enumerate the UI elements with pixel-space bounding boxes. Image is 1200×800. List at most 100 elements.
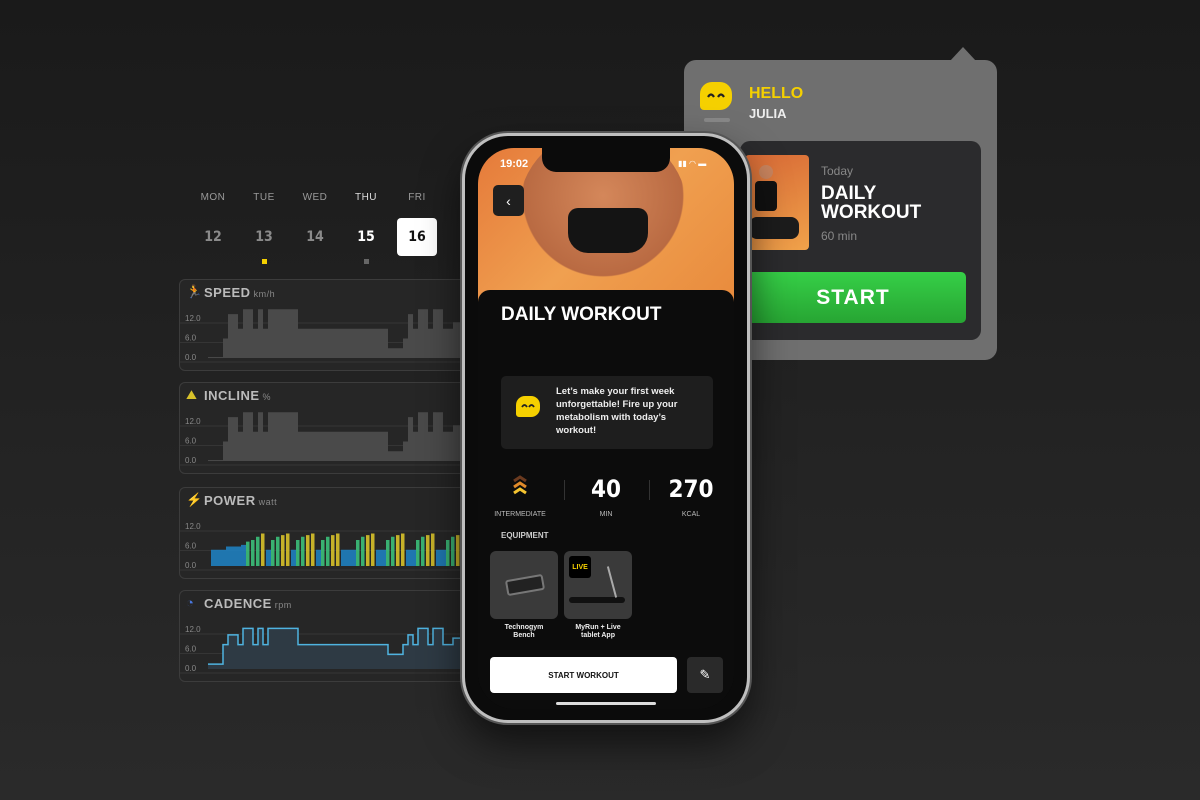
- chart-bar: [446, 540, 450, 566]
- tick-label: 0.0: [185, 353, 197, 362]
- chart-bar: [303, 328, 308, 358]
- chart-bar: [276, 536, 280, 566]
- workout-card[interactable]: Today DAILY WORKOUT 60 min START: [740, 141, 981, 340]
- chart-bar: [221, 549, 226, 566]
- chart-bar: [283, 309, 288, 358]
- start-workout-button[interactable]: START WORKOUT: [490, 657, 677, 693]
- tick-label: 12.0: [185, 522, 201, 531]
- chart-bar: [373, 431, 378, 461]
- chart-bar: [213, 460, 218, 462]
- chart-bar: [426, 535, 430, 566]
- chart-bar: [236, 546, 241, 566]
- chart-bar: [266, 549, 271, 566]
- metric-panel-cadence: ◔ CADENCE rpm 12.0 6.0 0.0: [179, 590, 479, 682]
- chart-bar: [303, 431, 308, 461]
- chart-bar: [333, 431, 338, 461]
- chart-bar: [331, 535, 335, 566]
- coach-message-text: Let’s make your first week unforgettable…: [556, 386, 678, 436]
- chart-bar: [353, 328, 358, 358]
- equipment-bench[interactable]: [490, 551, 558, 619]
- activity-dot: [313, 259, 318, 264]
- calendar-day-fri[interactable]: FRI 16: [397, 192, 437, 264]
- chart-bar: [233, 417, 238, 461]
- chart-bar: [448, 328, 453, 358]
- chart-bar: [263, 328, 268, 358]
- chart-bar: [253, 328, 258, 358]
- chart-bar: [288, 309, 293, 358]
- chart-bar: [448, 431, 453, 461]
- calendar-day-wed[interactable]: WED 14: [295, 192, 335, 264]
- chart-bar: [418, 412, 423, 461]
- chart-bar: [378, 431, 383, 461]
- tick-label: 12.0: [185, 314, 201, 323]
- equipment-treadmill[interactable]: LIVE: [564, 551, 632, 619]
- chart-bar: [368, 328, 373, 358]
- chart-bar: [413, 431, 418, 461]
- chart-bar: [436, 549, 441, 566]
- chart-bar: [376, 549, 381, 566]
- activity-dot: [261, 259, 267, 264]
- chart-bar: [313, 328, 318, 358]
- user-name: JULIA: [749, 106, 787, 121]
- edit-button[interactable]: ✎: [687, 657, 723, 693]
- chart-bar: [238, 328, 243, 358]
- chart-bar: [383, 328, 388, 358]
- phone-mockup: 19:02 ▮▮ ◠ ▬ ‹ DAILY WORKOUT Let’s make …: [462, 133, 750, 723]
- chart-bar: [403, 338, 408, 358]
- notch: [542, 148, 670, 172]
- chart-bar: [261, 533, 265, 566]
- chart-bar: [378, 328, 383, 358]
- chart-bar: [241, 544, 246, 566]
- chart-bar: [431, 533, 435, 566]
- activity-dot: [363, 259, 369, 264]
- chart-bar: [311, 533, 315, 566]
- metric-panel-power: ⚡ POWER watt 12.0 6.0 0.0: [179, 487, 479, 579]
- activity-dot: [415, 259, 420, 264]
- workout-thumbnail: [745, 155, 809, 250]
- chart-bar: [356, 540, 360, 566]
- chart-bar: [438, 309, 443, 358]
- chart-bar: [243, 309, 248, 358]
- metric-chart: 12.0 6.0 0.0: [180, 522, 478, 571]
- page-title: DAILY WORKOUT: [501, 304, 662, 325]
- chart-bar: [258, 412, 263, 461]
- chart-bar: [408, 417, 413, 461]
- equipment-label: EQUIPMENT: [501, 531, 549, 540]
- metric-chart: 12.0 6.0 0.0: [180, 309, 478, 363]
- chart-bar: [278, 309, 283, 358]
- metric-panel-incline: ⛰ INCLINE% 12.0 6.0 0.0: [179, 382, 479, 474]
- tick-label: 0.0: [185, 664, 197, 673]
- chart-bar: [283, 412, 288, 461]
- chart-bar: [333, 328, 338, 358]
- chart-bar: [336, 533, 340, 566]
- chart-bar: [316, 549, 321, 566]
- chart-bar: [288, 412, 293, 461]
- chart-bar: [223, 441, 228, 461]
- calendar-day-mon[interactable]: MON 12: [193, 192, 233, 264]
- chart-bar: [268, 412, 273, 461]
- workout-when: Today: [821, 164, 854, 178]
- calendar-day-thu[interactable]: THU 15: [346, 192, 386, 264]
- chart-bar: [298, 328, 303, 358]
- workout-title-2: WORKOUT: [821, 202, 922, 223]
- phone-screen: 19:02 ▮▮ ◠ ▬ ‹ DAILY WORKOUT Let’s make …: [478, 148, 734, 709]
- back-button[interactable]: ‹: [493, 185, 524, 216]
- chart-bar: [328, 431, 333, 461]
- chart-bar: [453, 425, 458, 461]
- chart-bar: [281, 535, 285, 566]
- chart-bar: [433, 309, 438, 358]
- chart-bar: [408, 314, 413, 358]
- chart-bar: [401, 533, 405, 566]
- chart-bar: [438, 412, 443, 461]
- chart-bar: [256, 536, 260, 566]
- chart-bar: [308, 431, 313, 461]
- chart-bar: [223, 338, 228, 358]
- start-button[interactable]: START: [740, 272, 966, 323]
- chart-bar: [358, 431, 363, 461]
- chart-bar: [416, 540, 420, 566]
- chart-bar: [423, 412, 428, 461]
- chart-bar: [226, 546, 231, 566]
- chart-bar: [216, 549, 221, 566]
- chart-bar: [443, 431, 448, 461]
- calendar-day-tue[interactable]: TUE 13: [244, 192, 284, 264]
